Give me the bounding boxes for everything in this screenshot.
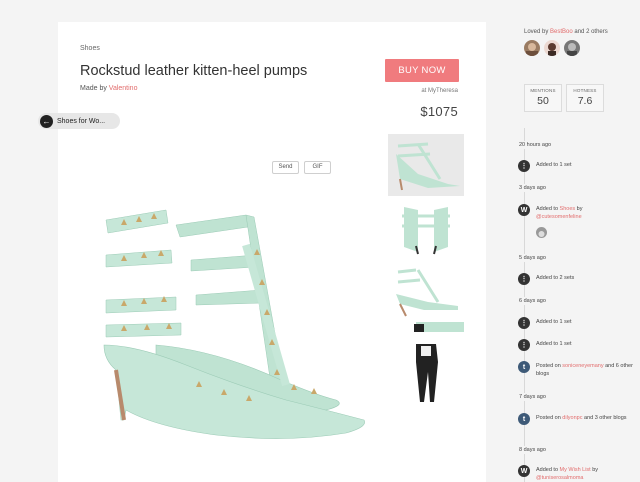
tumblr-icon: t	[518, 413, 530, 425]
collection-label: Shoes for Wo...	[57, 117, 106, 125]
event-text-post: by	[575, 206, 583, 212]
avatar[interactable]	[564, 40, 580, 56]
loved-by-suffix: and 2 others	[572, 29, 608, 35]
thumbnail-4[interactable]	[388, 322, 464, 404]
wanelo-icon: W	[518, 204, 530, 216]
set-icon: ⋮	[518, 339, 530, 351]
brand-link[interactable]: Valentino	[109, 85, 138, 92]
event-text: Posted on dilyonpc and 3 other blogs	[536, 414, 627, 422]
collection-link[interactable]: Shoes	[560, 206, 576, 212]
loved-by-user-link[interactable]: BestBoo	[550, 29, 573, 35]
product-main-image	[103, 209, 365, 439]
mentions-label: MENTIONS	[530, 88, 556, 93]
event-text: Added to 1 set	[536, 318, 571, 326]
timeline-event[interactable]: ⋮ Added to 2 sets	[518, 273, 638, 285]
timeline-time: 3 days ago	[519, 184, 546, 192]
loved-by: Loved by BestBoo and 2 others	[524, 29, 608, 35]
timeline-time: 7 days ago	[519, 393, 546, 401]
event-text-pre: Added to 1 set	[536, 319, 572, 325]
thumbnail-3[interactable]	[388, 264, 464, 318]
event-text-pre: Added to 1 set	[536, 341, 572, 347]
hotness-value: 7.6	[577, 95, 593, 107]
timeline-time: 20 hours ago	[519, 141, 552, 149]
gif-button[interactable]: GIF	[304, 161, 331, 174]
event-text: Posted on soniceneyemany and 6 other blo…	[536, 362, 638, 378]
event-text-pre: Posted on	[536, 415, 563, 421]
avatar[interactable]	[536, 227, 547, 238]
event-text-pre: Posted on	[536, 363, 563, 369]
made-by-label: Made by	[80, 85, 109, 92]
wanelo-icon: W	[518, 465, 530, 477]
loved-by-prefix: Loved by	[524, 29, 551, 35]
event-text-pre: Added to 2 sets	[536, 275, 575, 281]
made-by: Made by Valentino	[80, 85, 137, 92]
tumblr-icon: t	[518, 361, 530, 373]
mentions-value: 50	[537, 95, 549, 107]
avatar[interactable]	[544, 40, 560, 56]
mentions-stat: MENTIONS 50	[524, 84, 562, 112]
timeline-event[interactable]: W Added to Shoes by @cutesomenfeline	[518, 204, 638, 221]
timeline-event[interactable]: t Posted on dilyonpc and 3 other blogs	[518, 413, 638, 425]
blog-link[interactable]: soniceneyemany	[562, 363, 603, 369]
hotness-stat: HOTNESS 7.6	[566, 84, 604, 112]
timeline-event[interactable]: t Posted on soniceneyemany and 6 other b…	[518, 361, 638, 378]
event-text-post: and 3 other blogs	[582, 415, 627, 421]
timeline-event[interactable]: ⋮ Added to 1 set	[518, 339, 638, 351]
store-name: at MyTheresa	[421, 88, 458, 94]
event-text: Added to Shoes by @cutesomenfeline	[536, 205, 583, 221]
back-to-collection-pill[interactable]: ← Shoes for Wo...	[38, 113, 120, 129]
blog-link[interactable]: dilyonpc	[562, 415, 582, 421]
user-link[interactable]: @tuniserosalmoma	[536, 475, 583, 481]
price: $1075	[420, 104, 458, 119]
set-icon: ⋮	[518, 273, 530, 285]
thumbnail-1[interactable]	[388, 134, 464, 196]
timeline-event[interactable]: ⋮ Added to 1 set	[518, 160, 638, 172]
event-text-pre: Added to	[536, 206, 560, 212]
hotness-label: HOTNESS	[573, 88, 597, 93]
set-icon: ⋮	[518, 160, 530, 172]
event-text-pre: Added to 1 set	[536, 162, 572, 168]
timeline-event[interactable]: ⋮ Added to 1 set	[518, 317, 638, 329]
event-text: Added to My Wish List by @tuniserosalmoma	[536, 466, 598, 482]
activity-sidebar: Loved by BestBoo and 2 others MENTIONS 5…	[503, 0, 640, 482]
thumbnail-2[interactable]	[388, 202, 464, 258]
event-text: Added to 1 set	[536, 161, 571, 169]
event-text: Added to 2 sets	[536, 274, 574, 282]
breadcrumb-category[interactable]: Shoes	[80, 45, 100, 52]
timeline-event[interactable]: W Added to My Wish List by @tuniserosalmo…	[518, 465, 638, 482]
event-text-pre: Added to	[536, 467, 560, 473]
product-title: Rockstud leather kitten-heel pumps	[80, 63, 308, 79]
user-link[interactable]: @cutesomenfeline	[536, 214, 582, 220]
set-icon: ⋮	[518, 317, 530, 329]
timeline-time: 8 days ago	[519, 446, 546, 454]
buy-now-button[interactable]: BUY NOW	[385, 59, 459, 82]
back-arrow-icon: ←	[40, 114, 53, 128]
collection-link[interactable]: My Wish List	[560, 467, 591, 473]
event-text-post: by	[590, 467, 599, 473]
timeline-time: 6 days ago	[519, 297, 546, 305]
avatar[interactable]	[524, 40, 540, 56]
timeline-line	[524, 128, 525, 482]
event-text: Added to 1 set	[536, 340, 571, 348]
timeline-time: 5 days ago	[519, 254, 546, 262]
send-button[interactable]: Send	[272, 161, 299, 174]
